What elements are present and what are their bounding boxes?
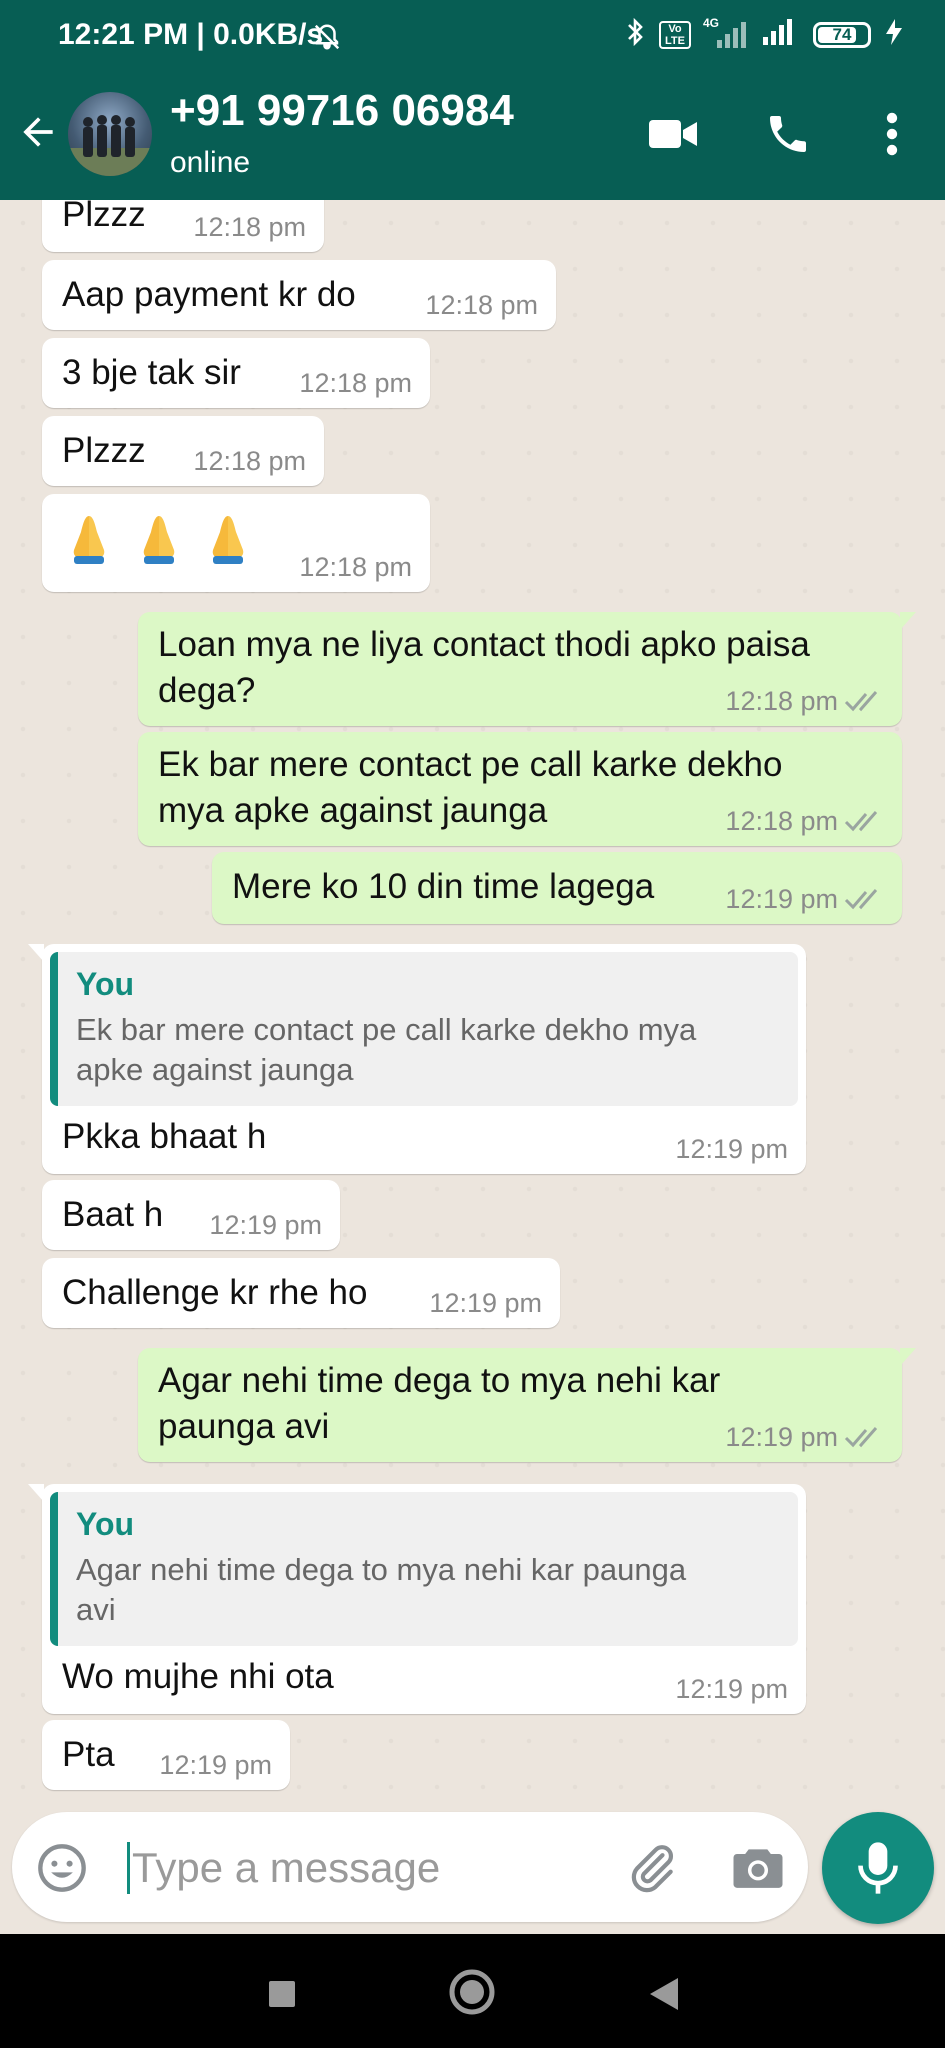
message-time: 12:19 pm: [159, 1750, 272, 1780]
message-text: Ek bar mere contact pe call karke dekho …: [158, 745, 783, 830]
text-cursor: [127, 1842, 130, 1894]
double-check-icon: [844, 691, 878, 712]
smiley-icon: [38, 1844, 86, 1892]
quoted-text: Ek bar mere contact pe call karke dekho …: [76, 1012, 697, 1087]
contact-avatar[interactable]: [68, 92, 152, 176]
message-outgoing[interactable]: Agar nehi time dega to mya nehi kar paun…: [138, 1348, 916, 1462]
recents-button[interactable]: [260, 1972, 304, 2016]
message-time: 12:19 pm: [429, 1288, 542, 1318]
mute-bell-icon: [312, 22, 342, 57]
message-time: 12:19 pm: [675, 1674, 788, 1704]
message-incoming[interactable]: Plzzz 12:18 pm: [42, 200, 324, 252]
voice-record-button[interactable]: [822, 1812, 934, 1924]
message-text: Aap payment kr do: [62, 275, 356, 314]
battery-icon: 74: [813, 21, 871, 48]
quoted-sender: You: [76, 966, 135, 1002]
triangle-back-icon: [650, 1978, 678, 2010]
back-nav-button[interactable]: [646, 1972, 690, 2016]
message-incoming[interactable]: Pta 12:19 pm: [42, 1720, 290, 1790]
home-button[interactable]: [446, 1966, 498, 2018]
message-outgoing[interactable]: Mere ko 10 din time lagega 12:19 pm: [212, 852, 902, 924]
more-vert-icon: [886, 112, 898, 156]
message-time: 12:18 pm: [725, 806, 838, 836]
message-incoming[interactable]: 3 bje tak sir 12:18 pm: [42, 338, 430, 408]
emoji-button[interactable]: [36, 1842, 88, 1894]
quoted-text: Agar nehi time dega to mya nehi kar paun…: [76, 1552, 687, 1627]
message-outgoing[interactable]: Ek bar mere contact pe call karke dekho …: [138, 732, 902, 846]
phone-icon: [770, 116, 806, 152]
message-input[interactable]: Type a message: [132, 1844, 440, 1892]
emoji-row: [66, 510, 265, 566]
more-options-button[interactable]: [864, 106, 920, 162]
attach-button[interactable]: [624, 1840, 680, 1896]
message-text: Baat h: [62, 1195, 164, 1234]
folded-hands-emoji-icon: [73, 516, 105, 564]
signal-icon: [761, 17, 801, 52]
message-text: 3 bje tak sir: [62, 353, 241, 392]
message-time: 12:18 pm: [425, 290, 538, 320]
double-check-icon: [844, 811, 878, 832]
message-time: 12:18 pm: [299, 368, 412, 398]
message-time: 12:19 pm: [725, 884, 838, 914]
double-check-icon: [844, 889, 878, 910]
contact-name[interactable]: +91 99716 06984: [170, 86, 514, 136]
message-text: Pta: [62, 1735, 115, 1774]
message-time: 12:18 pm: [193, 212, 306, 242]
video-call-icon: [649, 120, 697, 148]
message-incoming[interactable]: Aap payment kr do 12:18 pm: [42, 260, 556, 330]
message-time: 12:18 pm: [193, 446, 306, 476]
message-text: Pkka bhaat h: [62, 1117, 267, 1156]
message-time: 12:19 pm: [209, 1210, 322, 1240]
signal-4g-icon: 4G: [703, 16, 749, 50]
voice-call-button[interactable]: [760, 106, 816, 162]
message-incoming[interactable]: Baat h 12:19 pm: [42, 1180, 340, 1250]
system-nav-bar: [0, 1934, 945, 2048]
quoted-message[interactable]: You Ek bar mere contact pe call karke de…: [50, 952, 798, 1106]
folded-hands-emoji-icon: [213, 516, 244, 564]
status-bar: 12:21 PM | 0.0KB/s Vo LTE 4G 74: [0, 0, 945, 66]
volte-icon: Vo LTE: [659, 20, 691, 49]
camera-icon: [733, 1849, 783, 1888]
chat-header: +91 99716 06984 online: [0, 66, 945, 200]
message-time: 12:18 pm: [725, 686, 838, 716]
message-text: Wo mujhe nhi ota: [62, 1657, 334, 1696]
status-time-speed: 12:21 PM | 0.0KB/s: [58, 18, 324, 51]
message-text: Plzzz: [62, 200, 146, 234]
message-time: 12:19 pm: [725, 1422, 838, 1452]
message-time: 12:18 pm: [299, 552, 412, 582]
message-time: 12:19 pm: [675, 1134, 788, 1164]
message-incoming-reply[interactable]: You Ek bar mere contact pe call karke de…: [28, 944, 806, 1174]
message-text: Plzzz: [62, 431, 146, 470]
message-text: Loan mya ne liya contact thodi apko pais…: [158, 625, 810, 710]
paperclip-icon: [631, 1845, 674, 1893]
contact-status: online: [170, 146, 251, 179]
message-text: Agar nehi time dega to mya nehi kar paun…: [158, 1361, 721, 1446]
charging-icon: [883, 17, 905, 52]
video-call-button[interactable]: [645, 106, 701, 162]
square-icon: [269, 1981, 295, 2007]
message-composer[interactable]: Type a message: [12, 1812, 808, 1922]
quoted-sender: You: [76, 1506, 135, 1542]
message-incoming[interactable]: Plzzz 12:18 pm: [42, 416, 324, 486]
home-circle-icon: [449, 1969, 495, 2015]
message-outgoing[interactable]: Loan mya ne liya contact thodi apko pais…: [138, 612, 916, 726]
bluetooth-icon: [625, 16, 647, 53]
double-check-icon: [844, 1427, 878, 1448]
folded-hands-emoji-icon: [143, 516, 174, 564]
message-incoming-reply[interactable]: You Agar nehi time dega to mya nehi kar …: [28, 1484, 806, 1714]
chat-area[interactable]: Plzzz 12:18 pm Aap payment kr do 12:18 p…: [0, 200, 945, 1808]
quoted-message[interactable]: You Agar nehi time dega to mya nehi kar …: [50, 1492, 798, 1646]
camera-button[interactable]: [730, 1842, 786, 1894]
message-incoming[interactable]: 12:18 pm: [42, 494, 430, 592]
mic-icon: [858, 1842, 898, 1894]
message-text: Mere ko 10 din time lagega: [232, 867, 655, 906]
battery-level: 74: [832, 24, 852, 44]
message-text: Challenge kr rhe ho: [62, 1273, 368, 1312]
arrow-left-icon: [23, 117, 53, 147]
message-incoming[interactable]: Challenge kr rhe ho 12:19 pm: [42, 1258, 560, 1328]
back-button[interactable]: [16, 110, 60, 154]
